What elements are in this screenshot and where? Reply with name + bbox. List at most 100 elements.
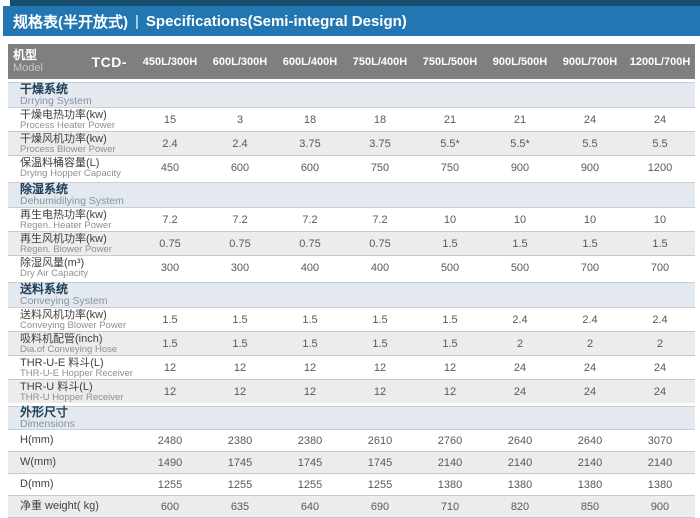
row-label: 干燥电热功率(kw)Process Heater Power bbox=[8, 109, 135, 131]
value-cell: 12 bbox=[135, 362, 205, 374]
value-cell: 1255 bbox=[135, 479, 205, 491]
value-cell: 1745 bbox=[205, 457, 275, 469]
value-cell: 1745 bbox=[345, 457, 415, 469]
value-cell: 2.4 bbox=[625, 314, 695, 326]
model-column-header: 600L/400H bbox=[275, 56, 345, 68]
value-cell: 700 bbox=[625, 262, 695, 274]
model-column-header: 450L/300H bbox=[135, 56, 205, 68]
row-label-en: THR-U-E Hopper Receiver bbox=[20, 369, 135, 379]
value-cell: 1.5 bbox=[415, 338, 485, 350]
spec-sheet-page: 规格表(半开放式) | Specifications(Semi-integral… bbox=[0, 0, 700, 518]
value-cell: 1.5 bbox=[555, 238, 625, 250]
value-cell: 300 bbox=[205, 262, 275, 274]
row-label-cn: 再生电热功率(kw) bbox=[20, 209, 135, 221]
model-column-header: 750L/400H bbox=[345, 56, 415, 68]
value-cell: 3.75 bbox=[345, 138, 415, 150]
value-cell: 1.5 bbox=[205, 338, 275, 350]
model-label-en: Model bbox=[13, 62, 43, 74]
title-separator: | bbox=[135, 13, 139, 30]
row-label-cn: 保温料桶容量(L) bbox=[20, 157, 135, 169]
value-cell: 1.5 bbox=[485, 238, 555, 250]
value-cell: 12 bbox=[205, 386, 275, 398]
value-cell: 2 bbox=[625, 338, 695, 350]
row-label: 保温料桶容量(L)Drying Hopper Capacity bbox=[8, 157, 135, 179]
model-column-header: 750L/500H bbox=[415, 56, 485, 68]
value-cell: 1.5 bbox=[135, 338, 205, 350]
spec-row: H(mm)24802380238026102760264026403070 bbox=[8, 430, 695, 451]
value-cell: 2610 bbox=[345, 435, 415, 447]
spec-row: 再生风机功率(kw)Regen. Blower Power0.750.750.7… bbox=[8, 231, 695, 255]
value-cell: 15 bbox=[135, 114, 205, 126]
value-cell: 12 bbox=[135, 386, 205, 398]
value-cell: 1490 bbox=[135, 457, 205, 469]
spec-row: D(mm)12551255125512551380138013801380 bbox=[8, 473, 695, 495]
section-title-en: Conveying System bbox=[20, 296, 695, 307]
row-label: 除湿风量(m³)Dry Air Capacity bbox=[8, 257, 135, 279]
section-title-en: Dehumidilying System bbox=[20, 196, 695, 207]
row-label-cn: 除湿风量(m³) bbox=[20, 257, 135, 269]
spec-row: 送料风机功率(kw)Conveying Blower Power1.51.51.… bbox=[8, 308, 695, 331]
value-cell: 24 bbox=[485, 386, 555, 398]
value-cell: 18 bbox=[275, 114, 345, 126]
row-label-cn: 干燥电热功率(kw) bbox=[20, 109, 135, 121]
row-label-cn: 再生风机功率(kw) bbox=[20, 233, 135, 245]
section-title-cn: 送料系统 bbox=[20, 283, 695, 296]
section-title-cn: 外形尺寸 bbox=[20, 406, 695, 419]
value-cell: 2480 bbox=[135, 435, 205, 447]
row-label: 再生风机功率(kw)Regen. Blower Power bbox=[8, 233, 135, 255]
value-cell: 3 bbox=[205, 114, 275, 126]
row-label-en: Dia.of Conveying Hose bbox=[20, 345, 135, 355]
value-cell: 5.5 bbox=[625, 138, 695, 150]
spec-sections: 干燥系统Drrying System 干燥电热功率(kw)Process Heat… bbox=[8, 82, 695, 518]
row-label-en: Drying Hopper Capacity bbox=[20, 169, 135, 179]
value-cell: 10 bbox=[555, 214, 625, 226]
value-cell: 2380 bbox=[275, 435, 345, 447]
row-label-cn: W(mm) bbox=[20, 452, 135, 473]
value-cell: 12 bbox=[415, 386, 485, 398]
spec-row: THR-U 料斗(L)THR-U Hopper Receiver12121212… bbox=[8, 379, 695, 403]
section-header: 除湿系统Dehumidilying System bbox=[8, 182, 695, 208]
spec-row: THR-U-E 料斗(L)THR-U-E Hopper Receiver1212… bbox=[8, 355, 695, 379]
row-label-en: THR-U Hopper Receiver bbox=[20, 393, 135, 403]
value-cell: 18 bbox=[345, 114, 415, 126]
value-cell: 21 bbox=[485, 114, 555, 126]
value-cell: 450 bbox=[135, 162, 205, 174]
row-label-cn: 干燥风机功率(kw) bbox=[20, 133, 135, 145]
value-cell: 12 bbox=[415, 362, 485, 374]
value-cell: 1.5 bbox=[415, 238, 485, 250]
value-cell: 12 bbox=[275, 386, 345, 398]
value-cell: 12 bbox=[205, 362, 275, 374]
model-column-header: 900L/700H bbox=[555, 56, 625, 68]
row-label: D(mm) bbox=[8, 474, 135, 495]
row-label-en: Process Heater Power bbox=[20, 121, 135, 131]
value-cell: 1380 bbox=[485, 479, 555, 491]
value-cell: 24 bbox=[625, 386, 695, 398]
value-cell: 1255 bbox=[205, 479, 275, 491]
spec-row: 吸料机配管(inch)Dia.of Conveying Hose1.51.51.… bbox=[8, 331, 695, 355]
value-cell: 700 bbox=[555, 262, 625, 274]
section-title-cn: 干燥系统 bbox=[20, 83, 695, 96]
value-cell: 2140 bbox=[625, 457, 695, 469]
value-cell: 1380 bbox=[415, 479, 485, 491]
value-cell: 3.75 bbox=[275, 138, 345, 150]
spec-row: 干燥风机功率(kw)Process Blower Power2.42.43.75… bbox=[8, 131, 695, 155]
value-cell: 12 bbox=[345, 362, 415, 374]
model-label: 机型 Model bbox=[13, 49, 43, 74]
value-cell: 24 bbox=[555, 362, 625, 374]
model-header-label-cell: 机型 Model TCD- bbox=[8, 49, 135, 74]
section-header: 送料系统Conveying System bbox=[8, 282, 695, 308]
value-cell: 5.5* bbox=[485, 138, 555, 150]
value-cell: 24 bbox=[555, 386, 625, 398]
value-cell: 1255 bbox=[275, 479, 345, 491]
value-cell: 400 bbox=[345, 262, 415, 274]
row-label-cn: THR-U 料斗(L) bbox=[20, 381, 135, 393]
value-cell: 900 bbox=[485, 162, 555, 174]
value-cell: 2640 bbox=[555, 435, 625, 447]
value-cell: 750 bbox=[345, 162, 415, 174]
value-cell: 2 bbox=[555, 338, 625, 350]
value-cell: 10 bbox=[415, 214, 485, 226]
value-cell: 1.5 bbox=[275, 314, 345, 326]
section-title-en: Drrying System bbox=[20, 96, 695, 107]
value-cell: 0.75 bbox=[135, 238, 205, 250]
value-cell: 1.5 bbox=[275, 338, 345, 350]
